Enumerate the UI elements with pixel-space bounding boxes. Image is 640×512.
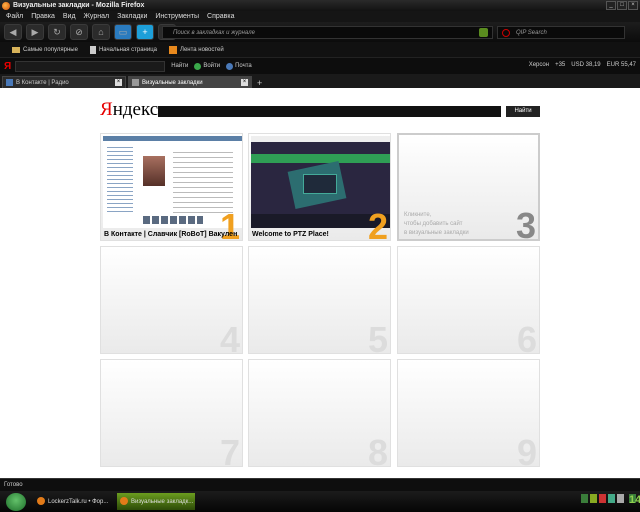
weather-label[interactable]: +35	[555, 62, 565, 68]
page-icon	[89, 45, 96, 54]
close-tab-icon[interactable]: ×	[241, 79, 248, 86]
screen-icon[interactable]: ▭	[114, 24, 132, 40]
search-placeholder: QIP Search	[516, 29, 547, 36]
system-tray: 14:18	[581, 494, 640, 506]
firefox-icon	[120, 497, 128, 505]
bookmark-most-visited[interactable]: Самые популярные	[12, 46, 78, 53]
search-bar[interactable]: QIP Search	[497, 26, 625, 39]
menu-history[interactable]: Журнал	[84, 13, 110, 20]
page-content: Яндекс Найти 1 В Контакте | Славчик [RoB…	[0, 88, 640, 478]
add-bookmark-button[interactable]: +	[136, 24, 154, 40]
tile-number: 2	[367, 206, 388, 241]
tile-number: 7	[219, 432, 240, 467]
yandex-logo[interactable]: Яндекс	[100, 99, 158, 121]
tile-caption: Welcome to PTZ Place!	[252, 231, 329, 238]
usd-rate[interactable]: USD 38,19	[571, 62, 600, 68]
clock[interactable]: 14:18	[629, 494, 640, 506]
menu-help[interactable]: Справка	[207, 13, 234, 20]
bookmark-tile-5[interactable]: 5	[248, 246, 391, 354]
visual-bookmarks-favicon	[132, 79, 139, 86]
firefox-icon	[2, 1, 10, 10]
yandex-bar-mail-button[interactable]: Почта	[226, 62, 252, 70]
maximize-button[interactable]: □	[617, 1, 627, 10]
url-bar[interactable]: Поиск в закладках и журнале	[162, 26, 493, 39]
status-text: Готово	[4, 482, 23, 488]
tray-icon[interactable]	[590, 494, 597, 503]
tray-icon[interactable]	[617, 494, 624, 503]
bookmark-news-feed[interactable]: Лента новостей	[169, 45, 224, 54]
stop-button[interactable]: ⊘	[70, 24, 88, 40]
taskbar-item-visual-bookmarks[interactable]: Визуальные закладк...	[117, 493, 195, 510]
tile-hint: Кликните, чтобы добавить сайт в визуальн…	[404, 212, 469, 236]
tab-vkontakte[interactable]: В Контакте | Радио ×	[2, 76, 126, 88]
yandex-header: Яндекс Найти	[100, 98, 540, 122]
forward-button[interactable]: ▶	[26, 24, 44, 40]
bookmark-start-page[interactable]: Начальная страница	[89, 45, 157, 54]
tile-number: 5	[367, 319, 388, 354]
bookmark-tile-8[interactable]: 8	[248, 359, 391, 467]
menu-bar: Файл Правка Вид Журнал Закладки Инструме…	[0, 11, 640, 22]
menu-edit[interactable]: Правка	[31, 13, 55, 20]
minimize-button[interactable]: _	[606, 1, 616, 10]
new-tab-button[interactable]: +	[257, 78, 262, 88]
bookmark-tile-3[interactable]: Кликните, чтобы добавить сайт в визуальн…	[397, 133, 540, 241]
menu-tools[interactable]: Инструменты	[155, 13, 199, 20]
tray-icon[interactable]	[581, 494, 588, 503]
tab-strip: В Контакте | Радио × Визуальные закладки…	[0, 74, 640, 88]
tile-number: 3	[515, 205, 536, 241]
tile-number: 9	[516, 432, 537, 467]
tray-icon[interactable]	[608, 494, 615, 503]
yandex-bar-logo[interactable]: Я	[4, 61, 11, 72]
bookmark-tile-2[interactable]: 2 Welcome to PTZ Place!	[248, 133, 391, 241]
firefox-icon	[37, 497, 45, 505]
url-placeholder: Поиск в закладках и журнале	[173, 29, 255, 36]
mail-icon	[226, 62, 234, 70]
yandex-bar-info: Херсон +35 USD 38,19 EUR 55,47	[529, 62, 636, 68]
tab-visual-bookmarks[interactable]: Визуальные закладки ×	[128, 76, 252, 88]
bookmark-tile-9[interactable]: 9	[397, 359, 540, 467]
yandex-search-button[interactable]: Найти	[506, 106, 540, 117]
start-button[interactable]	[6, 492, 26, 511]
back-button[interactable]: ◀	[4, 24, 22, 40]
tile-caption: В Контакте | Славчик [RoBoT] Вакулен	[104, 231, 238, 238]
login-icon	[194, 62, 202, 70]
taskbar-item-lockerz[interactable]: LockerzTalk.ru • Фор...	[34, 493, 109, 510]
bookmark-tile-4[interactable]: 4	[100, 246, 243, 354]
window-title: Визуальные закладки - Mozilla Firefox	[13, 2, 145, 9]
bookmarks-toolbar: Самые популярные Начальная страница Лент…	[0, 42, 640, 57]
tab-label: Визуальные закладки	[142, 79, 203, 86]
qip-search-icon	[502, 29, 510, 37]
menu-bookmarks[interactable]: Закладки	[117, 13, 147, 20]
home-button[interactable]: ⌂	[92, 24, 110, 40]
close-tab-icon[interactable]: ×	[115, 79, 122, 86]
yandex-bar-login-button[interactable]: Войти	[194, 62, 220, 70]
rss-icon	[169, 45, 177, 54]
yandex-bar-find-button[interactable]: Найти	[171, 63, 188, 69]
vk-favicon	[6, 79, 13, 86]
menu-file[interactable]: Файл	[6, 13, 23, 20]
folder-icon	[12, 46, 20, 53]
city-label[interactable]: Херсон	[529, 62, 549, 68]
yandex-search-input[interactable]	[158, 106, 501, 117]
rss-icon[interactable]	[479, 28, 488, 37]
window-controls: _ □ ×	[606, 1, 638, 10]
tile-number: 4	[219, 319, 240, 354]
title-bar: Визуальные закладки - Mozilla Firefox _ …	[0, 0, 640, 11]
close-button[interactable]: ×	[628, 1, 638, 10]
tile-number: 6	[516, 319, 537, 354]
bookmark-tile-7[interactable]: 7	[100, 359, 243, 467]
taskbar: LockerzTalk.ru • Фор... Визуальные закла…	[0, 491, 640, 512]
status-bar: Готово	[0, 478, 640, 491]
bookmark-tile-1[interactable]: 1 В Контакте | Славчик [RoBoT] Вакулен	[100, 133, 243, 241]
eur-rate[interactable]: EUR 55,47	[607, 62, 636, 68]
bookmark-tile-6[interactable]: 6	[397, 246, 540, 354]
reload-button[interactable]: ↻	[48, 24, 66, 40]
tab-label: В Контакте | Радио	[16, 79, 69, 86]
tray-icon[interactable]	[599, 494, 606, 503]
menu-view[interactable]: Вид	[63, 13, 76, 20]
tile-number: 8	[367, 432, 388, 467]
yandex-bar-input[interactable]	[15, 60, 166, 72]
